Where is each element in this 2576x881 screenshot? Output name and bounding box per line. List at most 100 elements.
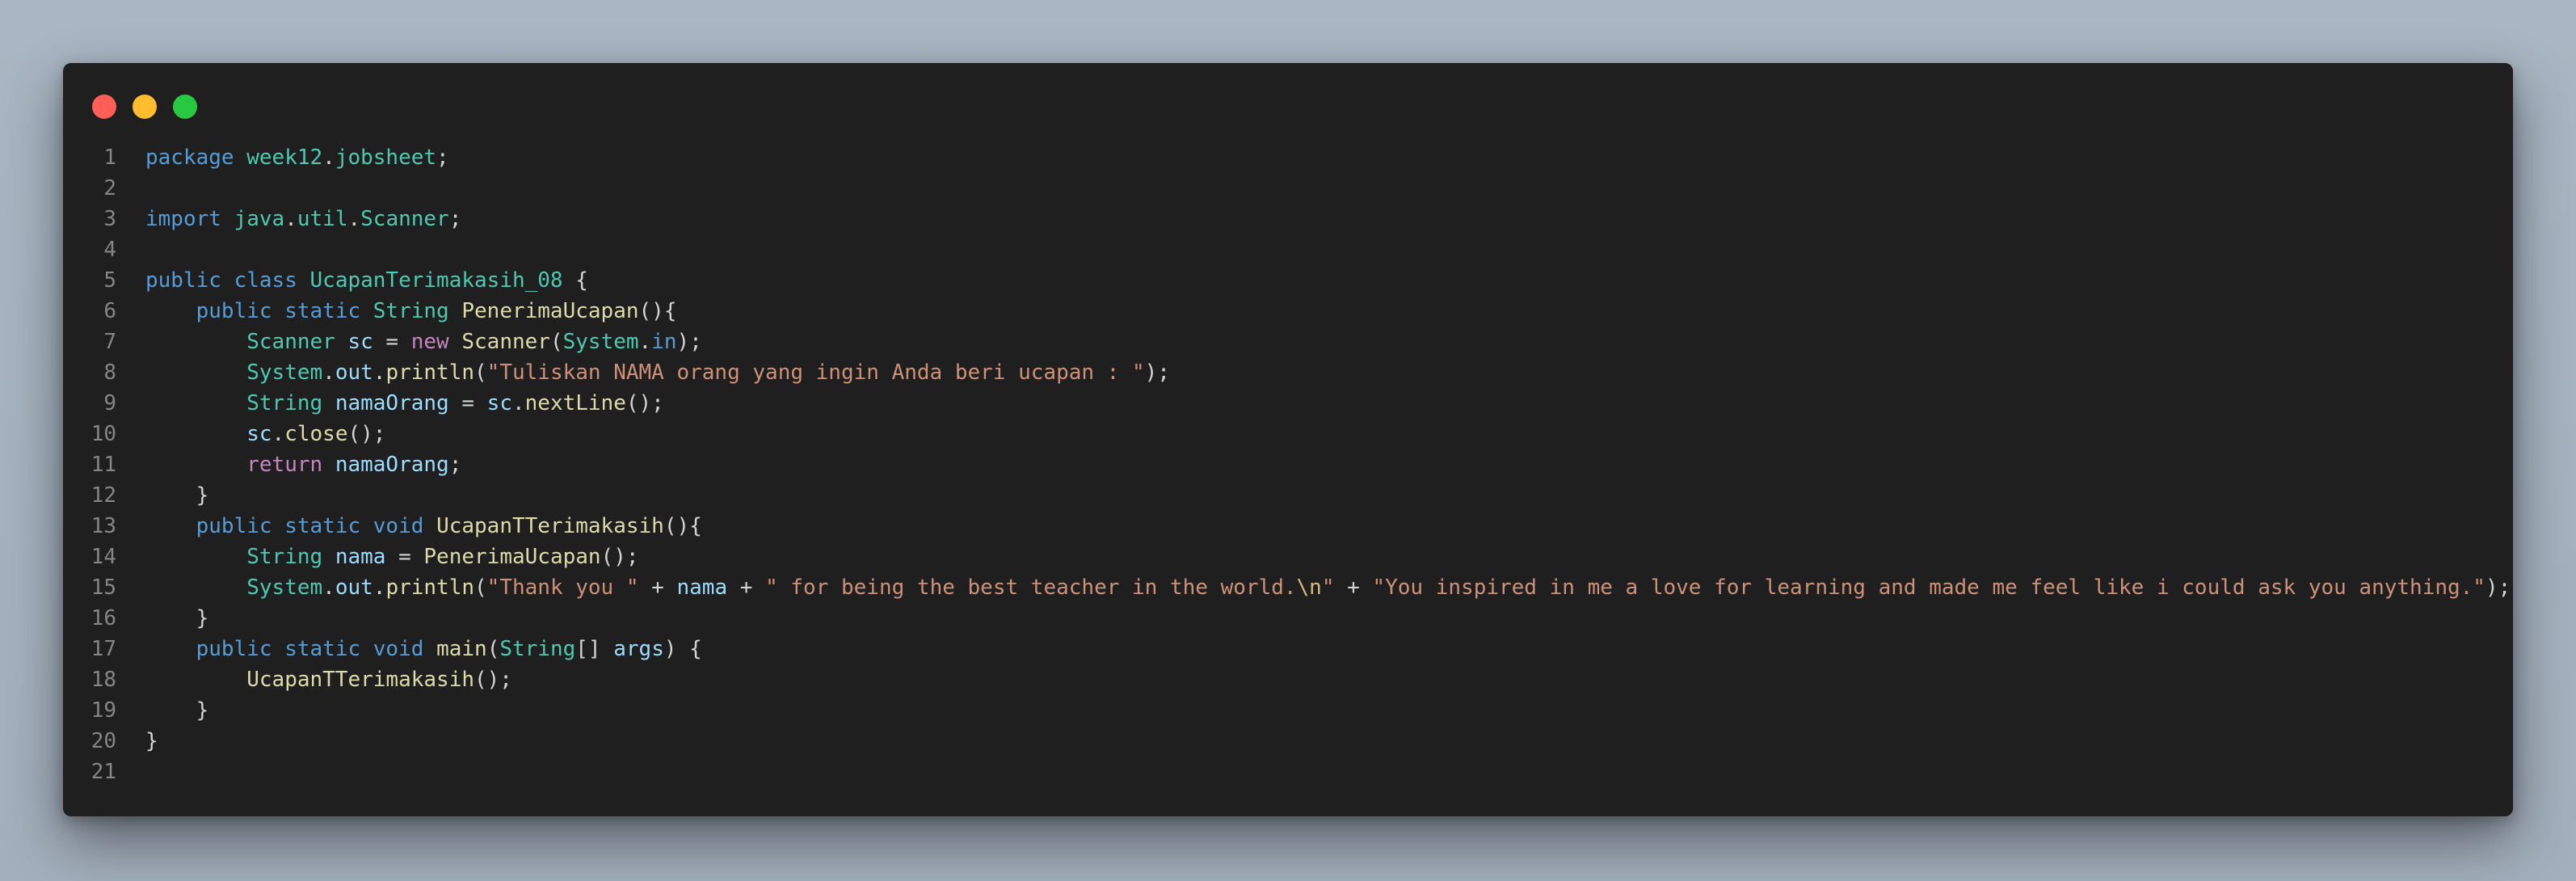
code-token: " [1321,575,1335,600]
code-token: ( [474,575,487,600]
code-token: String [499,637,576,661]
line-number: 14 [90,545,116,569]
code-token: System [562,330,639,354]
code-text: package week12.jobsheet; [116,142,449,173]
code-line: 10 sc.close(); [63,419,2513,449]
code-line: 3 import java.util.Scanner; [63,204,2513,234]
code-token: ; [436,145,449,170]
code-token: Scanner [360,207,449,231]
code-token: . [511,391,525,415]
code-line: 18 UcapanTTerimakasih(); [63,664,2513,695]
code-text: UcapanTTerimakasih(); [116,664,512,695]
code-token: util [297,207,348,231]
code-line: 13 public static void UcapanTTerimakasih… [63,511,2513,542]
code-token: sc [486,391,512,415]
code-line: 6 public static String PenerimaUcapan(){ [63,296,2513,327]
code-token: "You inspired in me a love for learning … [1372,575,2486,600]
close-icon[interactable] [92,95,116,119]
code-token: . [638,330,652,354]
code-token: (); [625,391,664,415]
code-token: Scanner [461,330,550,354]
code-line: 4 [63,234,2513,265]
code-token: public [196,637,272,661]
line-number: 13 [90,514,116,538]
line-number: 17 [90,637,116,661]
code-token: } [145,483,209,508]
code-token: (); [600,545,639,569]
line-number: 3 [103,207,116,231]
line-number: 18 [90,668,116,692]
code-token: . [322,360,335,385]
line-number: 15 [90,575,116,600]
code-line: 20} [63,726,2513,757]
code-token: java [234,207,285,231]
code-line: 7 Scanner sc = new Scanner(System.in); [63,327,2513,357]
code-token: nextLine [524,391,626,415]
code-token: "Tuliskan NAMA orang yang ingin Anda ber… [486,360,1145,385]
minimize-icon[interactable] [133,95,157,119]
code-token: . [284,207,297,231]
code-token: namaOrang [335,453,449,477]
code-line: 12 } [63,480,2513,511]
code-text: Scanner sc = new Scanner(System.in); [116,327,702,357]
line-number: 1 [103,145,116,170]
code-token: . [322,575,335,600]
code-token: [] [575,637,614,661]
code-token: sc [347,330,373,354]
code-text: String nama = PenerimaUcapan(); [116,542,639,572]
line-number: 7 [103,330,116,354]
line-number: 2 [103,176,116,200]
line-number: 12 [90,483,116,508]
code-editor[interactable]: 1 package week12.jobsheet; 2 3 import java.u… [63,142,2513,787]
code-token: = [385,545,424,569]
code-token: . [373,360,386,385]
code-text: public static String PenerimaUcapan(){ [116,296,677,327]
code-token: public [196,514,272,538]
line-number: 4 [103,238,116,262]
code-token: . [347,207,361,231]
code-token: out [335,575,373,600]
code-token: void [373,637,424,661]
code-text: System.out.println("Tuliskan NAMA orang … [116,357,1170,388]
line-number: 10 [90,422,116,446]
code-line: 9 String namaOrang = sc.nextLine(); [63,388,2513,419]
code-token: sc [246,422,272,446]
line-number: 19 [90,698,116,723]
code-token: UcapanTerimakasih_08 [309,268,563,293]
code-token: static [284,514,361,538]
code-token: ; [448,207,462,231]
window-controls [92,95,197,119]
code-token: (); [347,422,386,446]
line-number: 8 [103,360,116,385]
code-token: ); [676,330,702,354]
code-token: public [196,299,272,323]
maximize-icon[interactable] [173,95,197,119]
code-text: String namaOrang = sc.nextLine(); [116,388,664,419]
line-number: 11 [90,453,116,477]
code-token: . [271,422,285,446]
code-token: UcapanTTerimakasih [246,668,474,692]
code-token: PenerimaUcapan [423,545,601,569]
code-line: 2 [63,173,2513,204]
code-token: static [284,637,361,661]
code-text: } [116,726,158,757]
